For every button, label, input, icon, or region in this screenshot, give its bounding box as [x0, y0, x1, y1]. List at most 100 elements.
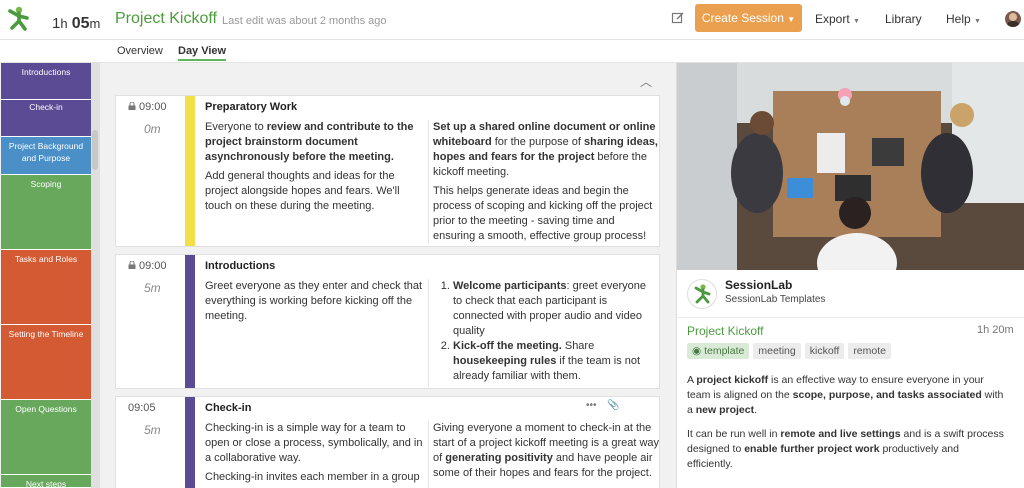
sidebar-block-label: Open Questions — [15, 404, 77, 414]
sidebar-block-project-background[interactable]: Project Background and Purpose — [1, 137, 91, 175]
sidebar-block-label: Setting the Timeline — [8, 329, 84, 339]
create-session-button[interactable]: Create Session ▼ — [695, 4, 802, 32]
lock-icon — [128, 261, 136, 269]
activity-title[interactable]: Check-in — [205, 402, 251, 414]
tag-meeting[interactable]: meeting — [753, 343, 801, 359]
duration-hours-unit: h — [60, 16, 68, 31]
export-label: Export — [815, 12, 850, 26]
tab-overview[interactable]: Overview — [117, 45, 163, 57]
tag-template[interactable]: ◉ template — [687, 343, 750, 359]
description-paragraph: Add general thoughts and ideas for the p… — [205, 170, 400, 212]
sidebar-block-next-steps[interactable]: Next steps — [1, 475, 91, 488]
notes-list-item: Kick-off the meeting. Share housekeeping… — [453, 339, 657, 384]
column-divider — [428, 279, 429, 387]
activity-duration: 5m — [144, 281, 161, 295]
sidebar-block-tasks-and-roles[interactable]: Tasks and Roles — [1, 250, 91, 325]
session-duration: 1h 05m — [52, 15, 100, 33]
globe-icon: ◉ — [692, 345, 702, 357]
sidebar-block-setting-the-timeline[interactable]: Setting the Timeline — [1, 325, 91, 400]
activity-notes: Set up a shared online document or onlin… — [433, 120, 659, 244]
edit-icon[interactable] — [671, 11, 685, 25]
activity-card-preparatory-work[interactable]: 09:00 0m Preparatory Work Everyone to re… — [115, 95, 660, 247]
sidebar-block-check-in[interactable]: Check-in — [1, 100, 91, 137]
tag-label: template — [704, 345, 745, 357]
activity-description: Greet everyone as they enter and check t… — [205, 280, 423, 322]
template-description: A project kickoff is an effective way to… — [687, 374, 1004, 416]
activity-color-bar — [185, 96, 195, 246]
lock-icon — [128, 102, 136, 110]
sidebar-scroll-thumb[interactable] — [92, 130, 98, 170]
activity-time: 09:00 — [128, 260, 167, 272]
notes-paragraph: Giving everyone a moment to check-in at … — [433, 422, 660, 479]
activity-notes: Giving everyone a moment to check-in at … — [433, 421, 659, 481]
sessionlab-logo[interactable] — [4, 4, 32, 32]
activity-card-check-in[interactable]: 09:05 5m Check-in ••• 📎 Checking-in is a… — [115, 396, 660, 488]
sidebar-block-label: Next steps — [25, 479, 67, 488]
activity-title[interactable]: Preparatory Work — [205, 101, 297, 113]
tag-kickoff[interactable]: kickoff — [804, 343, 845, 359]
activity-title[interactable]: Introductions — [205, 260, 275, 272]
attachment-icon[interactable]: 📎 — [607, 400, 619, 411]
activity-color-bar — [185, 397, 195, 488]
tab-day-view[interactable]: Day View — [178, 45, 227, 61]
activity-duration: 0m — [144, 122, 161, 136]
sidebar-block-label: Project Background and Purpose — [8, 141, 84, 163]
activity-tools: ••• 📎 — [586, 400, 620, 411]
org-name[interactable]: SessionLab — [725, 278, 792, 292]
caret-down-icon: ▼ — [787, 15, 796, 24]
collapse-chevron-icon[interactable]: ︿ — [640, 73, 652, 90]
activity-time-value: 09:05 — [128, 402, 156, 414]
app-root: 1h 05m Project Kickoff Last edit was abo… — [0, 0, 1024, 488]
activity-card-introductions[interactable]: 09:00 5m Introductions Greet everyone as… — [115, 254, 660, 389]
template-duration: 1h 20m — [977, 324, 1014, 336]
sidebar-block-label: Tasks and Roles — [14, 254, 78, 264]
sidebar-block-label: Introductions — [21, 67, 71, 77]
sidebar-block-open-questions[interactable]: Open Questions — [1, 400, 91, 475]
sidebar-block-label: Scoping — [30, 179, 62, 189]
library-link[interactable]: Library — [885, 12, 922, 26]
duration-minutes: 05 — [71, 15, 90, 32]
create-session-label: Create Session — [701, 11, 784, 25]
notes-paragraph: Set up a shared online document or onlin… — [433, 121, 658, 178]
help-menu[interactable]: Help ▼ — [946, 12, 981, 26]
notes-list-item: Welcome participants: greet everyone to … — [453, 279, 657, 339]
library-label: Library — [885, 12, 922, 26]
tag-remote[interactable]: remote — [848, 343, 891, 359]
user-avatar[interactable] — [1005, 11, 1021, 27]
template-title[interactable]: Project Kickoff — [687, 324, 763, 338]
template-details-panel: SessionLab SessionLab Templates Project … — [676, 63, 1024, 488]
activity-color-bar — [185, 255, 195, 388]
description-paragraph: Checking-in is a simple way for a team t… — [205, 422, 423, 464]
activity-time-value: 09:00 — [139, 260, 167, 272]
sidebar-block-scoping[interactable]: Scoping — [1, 175, 91, 250]
sidebar-scrollbar[interactable] — [91, 63, 100, 488]
duration-minutes-unit: m — [89, 16, 101, 31]
export-menu[interactable]: Export ▼ — [815, 12, 860, 26]
last-edit-text: Last edit was about 2 months ago — [222, 15, 387, 27]
sidebar-block-introductions[interactable]: Introductions — [1, 63, 91, 100]
tag-list: ◉ template meeting kickoff remote — [687, 343, 891, 359]
caret-down-icon: ▼ — [974, 18, 981, 25]
template-cover-photo — [677, 63, 1024, 270]
activity-duration: 5m — [144, 423, 161, 437]
description-paragraph: Checking-in invites each member in a gro… — [205, 471, 420, 483]
caret-down-icon: ▼ — [853, 18, 860, 25]
top-bar: 1h 05m Project Kickoff Last edit was abo… — [0, 0, 1024, 40]
help-label: Help — [946, 12, 971, 26]
activity-description: Checking-in is a simple way for a team t… — [205, 421, 427, 485]
more-options-icon[interactable]: ••• — [586, 400, 597, 411]
template-description: It can be run well in remote and live se… — [687, 428, 1004, 470]
activity-time-value: 09:00 — [139, 101, 167, 113]
column-divider — [428, 120, 429, 244]
activity-time: 09:05 — [128, 402, 156, 414]
page-title[interactable]: Project Kickoff — [115, 10, 217, 28]
sidebar-block-label: Check-in — [29, 102, 63, 112]
org-subtitle[interactable]: SessionLab Templates — [725, 294, 825, 305]
panel-divider — [677, 317, 1024, 318]
notes-paragraph: This helps generate ideas and begin the … — [433, 185, 653, 242]
column-divider — [428, 421, 429, 488]
description-paragraph: Everyone to review and contribute to the… — [205, 121, 414, 163]
activity-notes: Welcome participants: greet everyone to … — [435, 279, 657, 384]
activity-description: Everyone to review and contribute to the… — [205, 120, 427, 214]
sessionlab-org-logo[interactable] — [687, 279, 717, 309]
